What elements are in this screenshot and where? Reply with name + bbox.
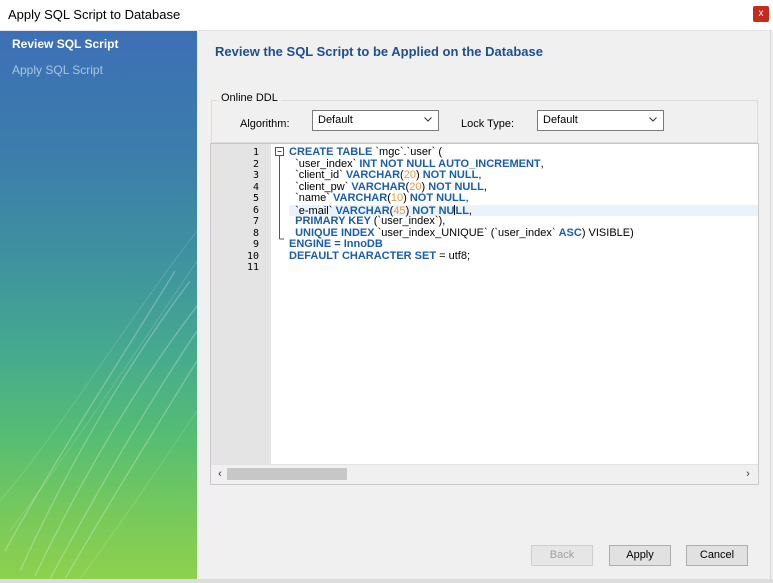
sidebar-item-review-sql-script: Review SQL Script [12, 37, 119, 51]
bottom-edge [0, 579, 773, 583]
code-token: , [442, 215, 446, 227]
code-token: ) [403, 192, 410, 204]
horizontal-scrollbar[interactable]: ‹ › [211, 464, 758, 484]
line-number: 3 [252, 170, 259, 181]
close-button[interactable]: x [753, 6, 769, 22]
code-token: LL [455, 204, 469, 217]
code-area[interactable]: CREATE TABLE `mgc`.`user` ( `user_index`… [289, 144, 758, 464]
code-token: , [465, 192, 469, 204]
line-number: 10 [246, 250, 259, 262]
line-number: 11 [246, 262, 259, 273]
chevron-down-icon [424, 117, 432, 122]
wizard-sidebar: Review SQL Script Apply SQL Script [0, 31, 197, 579]
algorithm-label: Algorithm: [240, 118, 290, 130]
line-number: 4 [252, 181, 259, 193]
code-token: , [468, 204, 472, 217]
line-number-gutter: 1 2 3 4 5 6 7 8 9 10 11 [211, 144, 271, 464]
code-token: , [540, 157, 544, 170]
online-ddl-legend: Online DDL [218, 92, 281, 104]
sql-editor[interactable]: 1 2 3 4 5 6 7 8 9 10 11 CREATE TABLE `mgc`.`user` … [210, 143, 759, 485]
line-number: 9 [252, 239, 259, 250]
sidebar-item-apply-sql-script: Apply SQL Script [12, 63, 103, 77]
code-token: `client_pw` [289, 180, 352, 193]
code-token: UNIQUE INDEX [289, 226, 378, 239]
cancel-button[interactable]: Cancel [686, 545, 748, 566]
line-number: 6 [252, 204, 259, 216]
scroll-right-icon[interactable]: › [742, 468, 754, 480]
code-token: , [483, 180, 487, 193]
code-token: ENGINE = InnoDB [289, 238, 383, 250]
online-ddl-group: Online DDL Algorithm: Default Lock Type:… [211, 92, 758, 143]
fold-margin [271, 144, 289, 464]
code-token: PRIMARY KEY [289, 215, 374, 227]
code-token: VARCHAR [333, 192, 388, 204]
code-token: 10 [390, 192, 404, 204]
line-number: 2 [252, 158, 259, 170]
lock-type-label: Lock Type: [461, 118, 514, 130]
line-number: 7 [252, 216, 259, 227]
title-bar: Apply SQL Script to Database x [0, 0, 773, 31]
algorithm-select[interactable]: Default [312, 110, 439, 131]
code-token: `client_id` [289, 169, 346, 181]
code-token: `mgc`.`user` [375, 146, 436, 158]
code-token: 20 [403, 169, 416, 181]
line-number: 1 [252, 147, 259, 158]
lock-type-select[interactable]: Default [537, 110, 664, 131]
code-token: CREATE TABLE [289, 146, 376, 158]
algorithm-value: Default [318, 114, 353, 126]
code-token: NOT NULL [422, 169, 479, 181]
code-token: ) VISIBLE) [581, 226, 634, 239]
code-token: DEFAULT CHARACTER SET [289, 249, 440, 262]
code-token: `user_index` [289, 157, 360, 170]
lock-type-value: Default [543, 114, 578, 126]
code-line: `name` VARCHAR(10) NOT NULL, [289, 192, 469, 205]
line-number: 8 [252, 227, 259, 239]
code-token: = utf8; [439, 249, 471, 262]
code-token: `name` [289, 192, 334, 204]
code-token: ) [415, 169, 423, 181]
code-token: ASC [558, 226, 582, 239]
main-panel: Review the SQL Script to be Applied on t… [197, 31, 770, 579]
scroll-left-icon[interactable]: ‹ [214, 468, 226, 480]
code-token: (`user_index`) [373, 215, 443, 227]
code-token: VARCHAR [351, 180, 406, 193]
code-token: NOT NULL [409, 192, 466, 204]
code-token: ( [435, 146, 442, 158]
line-number: 5 [252, 193, 259, 204]
scrollbar-thumb[interactable] [227, 468, 347, 480]
code-line: DEFAULT CHARACTER SET = utf8; [289, 249, 471, 263]
code-token: , [478, 169, 482, 181]
sidebar-decoration [0, 230, 197, 579]
back-button[interactable]: Back [531, 545, 593, 566]
code-token: `user_index_UNIQUE` (`user_index` [377, 226, 559, 239]
code-token: VARCHAR [345, 169, 401, 181]
page-heading: Review the SQL Script to be Applied on t… [215, 44, 543, 59]
apply-button[interactable]: Apply [609, 545, 671, 566]
code-token: NOT NULL [428, 180, 484, 193]
code-token: 20 [409, 180, 422, 193]
window-title: Apply SQL Script to Database [8, 7, 181, 22]
code-token: INT NOT NULL AUTO_INCREMENT [359, 157, 541, 170]
chevron-down-icon [649, 117, 657, 122]
